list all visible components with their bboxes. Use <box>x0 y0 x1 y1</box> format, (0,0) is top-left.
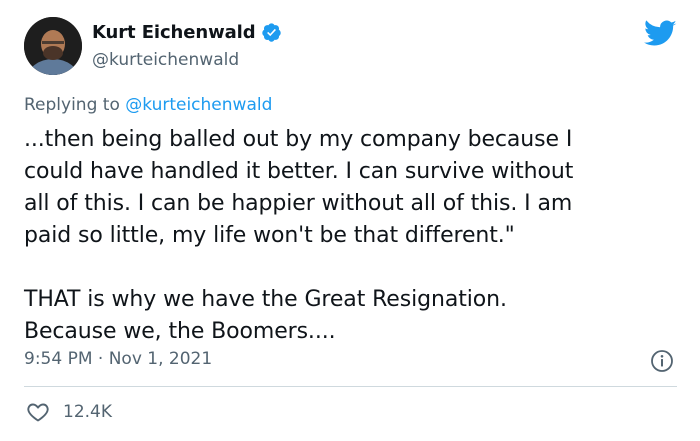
twitter-bird-icon[interactable] <box>644 20 677 48</box>
author-handle[interactable]: @kurteichenwald <box>92 50 239 70</box>
author-display-name[interactable]: Kurt Eichenwald <box>92 22 256 43</box>
like-button[interactable]: 12.4K <box>26 400 112 424</box>
replying-to-prefix: Replying to <box>24 95 126 115</box>
author-name-row[interactable]: Kurt Eichenwald <box>92 22 282 43</box>
reply-mention-link[interactable]: @kurteichenwald <box>125 95 272 115</box>
divider <box>24 386 677 387</box>
tweet-timestamp[interactable]: 9:54 PM · Nov 1, 2021 <box>24 349 212 369</box>
like-count: 12.4K <box>63 402 112 422</box>
info-icon[interactable] <box>650 349 674 373</box>
heart-icon[interactable] <box>26 400 50 424</box>
verified-badge-icon <box>261 22 282 43</box>
avatar[interactable] <box>24 17 82 75</box>
tweet-text: ...then being balled out by my company b… <box>24 127 574 344</box>
replying-to-line: Replying to @kurteichenwald <box>24 95 272 115</box>
